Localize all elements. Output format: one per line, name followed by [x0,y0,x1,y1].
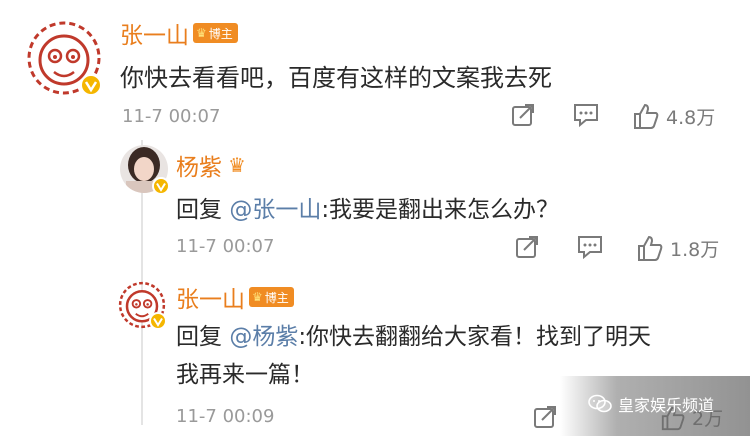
mention-link[interactable]: @张一山 [229,197,321,223]
share-button[interactable] [514,234,540,260]
crown-icon: ♛ [228,153,246,177]
comment-text: 你快去看看吧，百度有这样的文案我去死 [120,64,552,92]
reply-prefix: 回复 [176,324,222,350]
username[interactable]: 杨紫 [176,148,222,182]
like-count: 4.8万 [666,106,716,129]
comment-icon [574,104,598,128]
wechat-icon [588,394,612,413]
share-icon [534,406,556,428]
like-icon [638,235,663,261]
watermark: 皇家娱乐频道 [588,392,714,416]
verified-v-icon [149,312,167,330]
reply-body: :你快去翻翻给大家看！找到了明天 [298,324,652,350]
reply-body: :我要是翻出来怎么办？ [321,197,560,223]
blogger-badge: ♛ 博主 [249,287,294,307]
badge-label: 博主 [208,26,233,41]
blogger-badge: ♛ 博主 [193,23,238,43]
avatar[interactable] [117,280,167,330]
timestamp: 11-7 00:07 [176,236,275,257]
username[interactable]: 张一山 [120,16,189,50]
reply-prefix: 回复 [176,197,222,223]
mention-link[interactable]: @杨紫 [229,324,298,350]
verified-v-icon [152,177,170,195]
reply-text: 回复 @张一山:我要是翻出来怎么办？ [176,190,559,224]
timestamp: 11-7 00:09 [176,406,275,427]
crown-icon: ♛ [196,26,207,40]
like-button[interactable]: 1.8万 [636,234,719,262]
badge-label: 博主 [264,290,289,305]
comment-button[interactable] [572,102,600,128]
like-button[interactable]: 4.8万 [632,102,715,130]
watermark-text: 皇家娱乐频道 [618,396,715,415]
comment-item: 张一山 ♛ 博主 你快去看看吧，百度有这样的文案我去死 11-7 00:07 4… [0,0,750,140]
reply-item: 杨紫 ♛ 回复 @张一山:我要是翻出来怎么办？ 11-7 00:07 1.8万 [0,140,750,270]
crown-icon: ♛ [252,290,263,304]
share-icon [516,236,538,258]
verified-v-icon [80,74,102,96]
avatar[interactable] [118,143,170,195]
like-icon [634,103,659,129]
like-count: 1.8万 [670,238,720,261]
share-button[interactable] [532,404,558,430]
comment-button[interactable] [576,234,604,260]
timestamp: 11-7 00:07 [122,106,221,127]
share-button[interactable] [510,102,536,128]
avatar[interactable] [24,18,104,98]
share-icon [512,104,534,126]
username[interactable]: 张一山 [176,280,245,314]
comment-icon [578,236,602,260]
